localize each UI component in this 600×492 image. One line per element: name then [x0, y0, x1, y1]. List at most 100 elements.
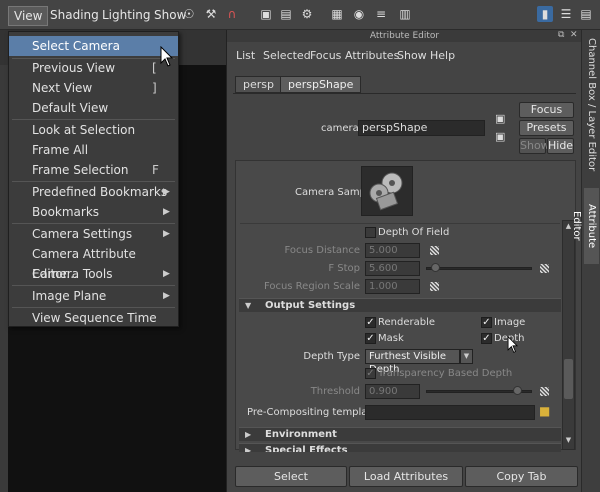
depth-checkbox[interactable]: ✓ — [481, 333, 492, 344]
ae-menu-focus[interactable]: Focus — [310, 49, 341, 62]
focus-distance-field[interactable]: 5.000 — [365, 243, 420, 258]
submenu-arrow-icon: ▶ — [163, 207, 170, 217]
outliner-icon[interactable]: ▥ — [397, 6, 413, 22]
section-output-settings[interactable]: ▼ Output Settings — [239, 298, 561, 312]
load-attributes-button[interactable]: Load Attributes — [349, 466, 463, 487]
close-panel-icon[interactable]: ✕ — [570, 30, 578, 40]
focus-output-icon[interactable]: ▣ — [495, 130, 505, 143]
section-title: Output Settings — [265, 300, 356, 311]
menu-item-label: Default View — [32, 101, 109, 115]
menu-item-next-view[interactable]: Next View] — [9, 78, 178, 98]
float-panel-icon[interactable]: ⧉ — [558, 30, 564, 40]
precomp-template-field[interactable] — [365, 405, 535, 420]
scroll-down-icon[interactable]: ▼ — [564, 436, 573, 445]
hypershade-icon[interactable]: ◉ — [351, 6, 367, 22]
submenu-arrow-icon: ▶ — [163, 187, 170, 197]
divider — [240, 223, 560, 224]
depth-of-field-checkbox[interactable] — [365, 227, 376, 238]
snap-magnet-icon[interactable]: ☉ — [181, 6, 197, 22]
image-checkbox[interactable]: ✓ — [481, 317, 492, 328]
menu-shading[interactable]: Shading — [45, 6, 104, 24]
show-button[interactable]: Show — [519, 138, 550, 154]
menu-lighting[interactable]: Lighting — [97, 6, 156, 24]
fstop-slider[interactable] — [426, 267, 532, 270]
tool-settings-icon[interactable]: ☰ — [558, 6, 574, 22]
section-title: Special Effects — [265, 445, 348, 452]
focus-region-scale-field[interactable]: 1.000 — [365, 279, 420, 294]
view-menu-dropdown: Select Camera Previous View[ Next View] … — [8, 31, 179, 327]
menu-item-frame-selection[interactable]: Frame Selection F — [9, 160, 178, 180]
render-view-icon[interactable]: ▤ — [278, 6, 294, 22]
menu-item-camera-tools[interactable]: Camera Tools ▶ — [9, 264, 178, 284]
focus-button[interactable]: Focus — [519, 102, 574, 118]
menu-item-look-at-selection[interactable]: Look at Selection — [9, 120, 178, 140]
renderable-checkbox[interactable]: ✓ — [365, 317, 376, 328]
ae-menu-show[interactable]: Show — [397, 49, 427, 62]
menu-item-default-view[interactable]: Default View — [9, 98, 178, 118]
ae-menu-help[interactable]: Help — [430, 49, 455, 62]
menu-view[interactable]: View — [8, 6, 49, 26]
menu-item-previous-view[interactable]: Previous View [ — [9, 58, 178, 78]
depth-type-dropdown[interactable]: Furthest Visible Depth — [365, 349, 460, 375]
attribute-editor-panel: Attribute Editor ⧉ ✕ List Selected Focus… — [226, 30, 582, 492]
menu-item-view-sequence-time[interactable]: View Sequence Time — [9, 308, 178, 328]
image-label: Image — [494, 317, 526, 328]
menu-item-image-plane[interactable]: Image Plane ▶ — [9, 286, 178, 306]
threshold-field[interactable]: 0.900 — [365, 384, 420, 399]
node-type-label: camera: — [321, 123, 363, 134]
fstop-field[interactable]: 5.600 — [365, 261, 420, 276]
render-settings-icon[interactable]: ⚙ — [299, 6, 315, 22]
map-button-icon[interactable] — [540, 387, 549, 396]
submenu-arrow-icon: ▶ — [163, 229, 170, 239]
tab-perspshape[interactable]: perspShape — [280, 76, 362, 93]
hide-button[interactable]: Hide — [547, 138, 574, 154]
focus-input-icon[interactable]: ▣ — [495, 112, 505, 125]
vertical-scrollbar[interactable]: ▲ ▼ — [562, 220, 575, 450]
menu-item-label: Camera Tools — [32, 267, 113, 281]
attribute-editor-toggle-icon[interactable]: ▮ — [537, 6, 553, 22]
channel-box-icon[interactable]: ▤ — [578, 6, 594, 22]
renderable-label: Renderable — [378, 317, 436, 328]
wrench-icon[interactable]: ⚒ — [203, 6, 219, 22]
map-button-icon[interactable] — [430, 282, 439, 291]
layout-icon[interactable]: ▦ — [329, 6, 345, 22]
tab-channel-box-layer-editor[interactable]: Channel Box / Layer Editor — [584, 34, 599, 176]
select-button[interactable]: Select — [235, 466, 347, 487]
mask-checkbox[interactable]: ✓ — [365, 333, 376, 344]
menu-item-predefined-bookmarks[interactable]: Predefined Bookmarks ▶ — [9, 182, 178, 202]
fstop-slider-knob[interactable] — [430, 263, 440, 272]
section-environment[interactable]: ▶ Environment — [239, 427, 561, 441]
menu-item-camera-settings[interactable]: Camera Settings ▶ — [9, 224, 178, 244]
node-name-field[interactable]: perspShape — [358, 120, 485, 136]
camera-reel-icon — [369, 172, 403, 211]
map-button-icon[interactable] — [540, 264, 549, 273]
copy-tab-button[interactable]: Copy Tab — [465, 466, 578, 487]
dropdown-arrow-icon[interactable]: ▼ — [460, 349, 473, 364]
section-special-effects[interactable]: ▶ Special Effects — [239, 443, 561, 452]
focus-region-scale-label: Focus Region Scale — [263, 281, 360, 292]
menu-item-select-camera[interactable]: Select Camera — [9, 36, 178, 56]
presets-button[interactable]: Presets — [519, 120, 574, 136]
depth-of-field-label: Depth Of Field — [378, 227, 450, 238]
ae-menu-attributes[interactable]: Attributes — [345, 49, 399, 62]
scrollbar-thumb[interactable] — [564, 359, 573, 399]
ae-menu-list[interactable]: List — [236, 49, 255, 62]
menu-item-camera-attribute-editor[interactable]: Camera Attribute Editor... — [9, 244, 178, 281]
magnet-tool-icon[interactable]: ∩ — [224, 6, 240, 22]
ae-menu-selected[interactable]: Selected — [263, 49, 311, 62]
folder-icon[interactable]: ■ — [539, 404, 550, 418]
threshold-label: Threshold — [310, 386, 360, 397]
render-icon[interactable]: ▣ — [258, 6, 274, 22]
mouse-cursor-icon — [160, 46, 174, 67]
menu-item-label: Previous View — [32, 61, 116, 75]
transparency-based-depth-checkbox[interactable]: ✓ — [365, 368, 376, 379]
map-button-icon[interactable] — [430, 246, 439, 255]
tab-persp[interactable]: persp — [235, 76, 282, 93]
menu-item-label: Select Camera — [32, 39, 120, 53]
tab-attribute-editor[interactable]: Attribute Editor — [571, 188, 599, 264]
graph-icon[interactable]: ≡ — [373, 6, 389, 22]
menu-item-label: Frame Selection — [32, 163, 129, 177]
menu-item-bookmarks[interactable]: Bookmarks ▶ — [9, 202, 178, 222]
menu-item-frame-all[interactable]: Frame All — [9, 140, 178, 160]
submenu-arrow-icon: ▶ — [163, 269, 170, 279]
